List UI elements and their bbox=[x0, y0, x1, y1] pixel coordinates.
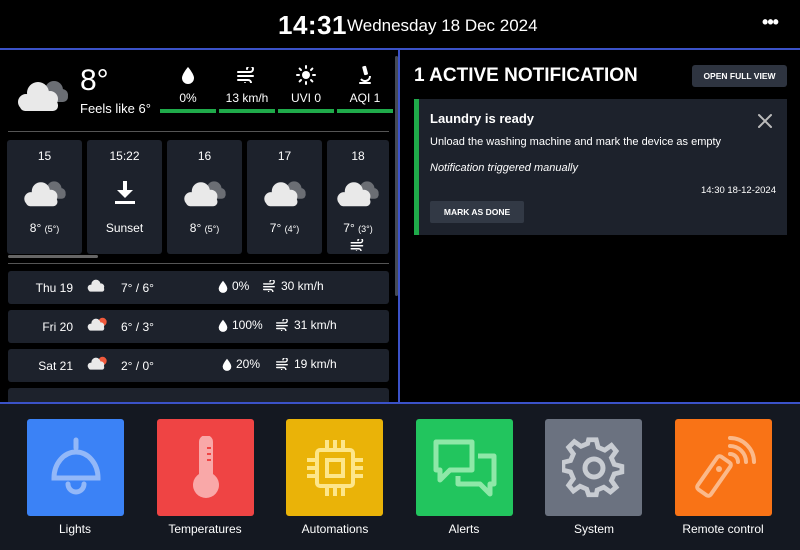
wind-icon bbox=[263, 280, 275, 292]
mark-as-done-button[interactable]: MARK AS DONE bbox=[430, 201, 524, 223]
wind-icon bbox=[276, 358, 288, 370]
divider bbox=[8, 263, 389, 264]
notification-timestamp: 14:30 18-12-2024 bbox=[700, 185, 776, 196]
alerts-tile[interactable] bbox=[416, 419, 513, 516]
metric-wind: 13 km/h bbox=[219, 64, 275, 113]
wind-icon bbox=[276, 319, 288, 331]
chat-icon bbox=[433, 439, 496, 496]
wind-icon bbox=[237, 67, 254, 83]
lights-label: Lights bbox=[58, 522, 92, 536]
divider bbox=[8, 131, 389, 132]
lamp-icon bbox=[50, 437, 101, 494]
notifications-title: 1 ACTIVE NOTIFICATION bbox=[414, 65, 638, 86]
temperatures-label: Temperatures bbox=[168, 522, 242, 536]
system-tile[interactable] bbox=[545, 419, 642, 516]
notification-card: Laundry is ready Unload the washing mach… bbox=[414, 99, 787, 235]
hourly-card[interactable]: 18 7° (3°) bbox=[327, 140, 389, 254]
hourly-scrollbar[interactable] bbox=[8, 255, 98, 258]
automations-label: Automations bbox=[301, 522, 369, 536]
daily-row[interactable]: Fri 20 6° / 3° 100% 31 km/h bbox=[8, 310, 389, 343]
cloudy-icon bbox=[183, 181, 226, 207]
wind-icon bbox=[350, 239, 364, 251]
hourly-card[interactable]: 15:22 Sunset bbox=[87, 140, 162, 254]
cloud-icon bbox=[87, 279, 105, 292]
remote-control-tile[interactable] bbox=[675, 419, 772, 516]
sunset-icon bbox=[114, 181, 135, 204]
system-label: System bbox=[573, 522, 614, 536]
droplet-icon bbox=[182, 67, 194, 84]
temperatures-tile[interactable] bbox=[157, 419, 254, 516]
lights-tile[interactable] bbox=[27, 419, 124, 516]
cloud-sun-icon bbox=[87, 317, 107, 331]
feels-like: Feels like 6° bbox=[80, 101, 151, 116]
close-icon[interactable] bbox=[757, 113, 773, 129]
notification-body: Unload the washing machine and mark the … bbox=[430, 136, 722, 148]
alerts-label: Alerts bbox=[448, 522, 480, 536]
panel-divider bbox=[398, 50, 400, 402]
current-temperature: 8° bbox=[80, 64, 109, 97]
metric-uv-index: UVI 0 bbox=[278, 64, 334, 113]
weather-scrollbar[interactable] bbox=[395, 56, 398, 296]
chip-icon bbox=[306, 439, 363, 496]
date: Wednesday 18 Dec 2024 bbox=[347, 16, 538, 35]
metric-precipitation: 0% bbox=[160, 64, 216, 113]
remote-control-label: Remote control bbox=[682, 522, 764, 536]
gear-icon bbox=[561, 436, 624, 497]
top-bar: 14:31 Wednesday 18 Dec 2024 ••• bbox=[0, 0, 800, 50]
more-menu-button[interactable]: ••• bbox=[758, 12, 782, 34]
clock: 14:31 bbox=[278, 10, 347, 40]
droplet-icon bbox=[218, 280, 228, 293]
daily-row[interactable]: Sat 21 2° / 0° 20% 19 km/h bbox=[8, 349, 389, 382]
hourly-card[interactable]: 17 7° (4°) bbox=[247, 140, 322, 254]
daily-row-partial[interactable] bbox=[8, 388, 389, 402]
notification-note: Notification triggered manually bbox=[430, 162, 578, 174]
droplet-icon bbox=[222, 358, 232, 371]
open-full-view-button[interactable]: OPEN FULL VIEW bbox=[692, 65, 787, 87]
sun-icon bbox=[296, 65, 316, 85]
cloudy-icon bbox=[263, 181, 306, 207]
bottom-dock: Lights Temperatures Automations Alerts S… bbox=[0, 402, 800, 550]
droplet-icon bbox=[218, 319, 228, 332]
cloudy-icon bbox=[337, 181, 379, 207]
daily-row[interactable]: Thu 19 7° / 6° 0% 30 km/h bbox=[8, 271, 389, 304]
automations-tile[interactable] bbox=[286, 419, 383, 516]
metric-air-quality: AQI 1 bbox=[337, 64, 393, 113]
hourly-card[interactable]: 16 8° (5°) bbox=[167, 140, 242, 254]
thermometer-icon bbox=[192, 435, 219, 498]
remote-icon bbox=[694, 435, 756, 498]
cloudy-icon bbox=[23, 181, 66, 207]
cloudy-icon bbox=[18, 81, 68, 111]
cloud-sun-icon bbox=[87, 356, 107, 370]
microscope-icon bbox=[359, 65, 371, 84]
hourly-card[interactable]: 15 8° (5°) bbox=[7, 140, 82, 254]
notification-title: Laundry is ready bbox=[430, 111, 535, 126]
